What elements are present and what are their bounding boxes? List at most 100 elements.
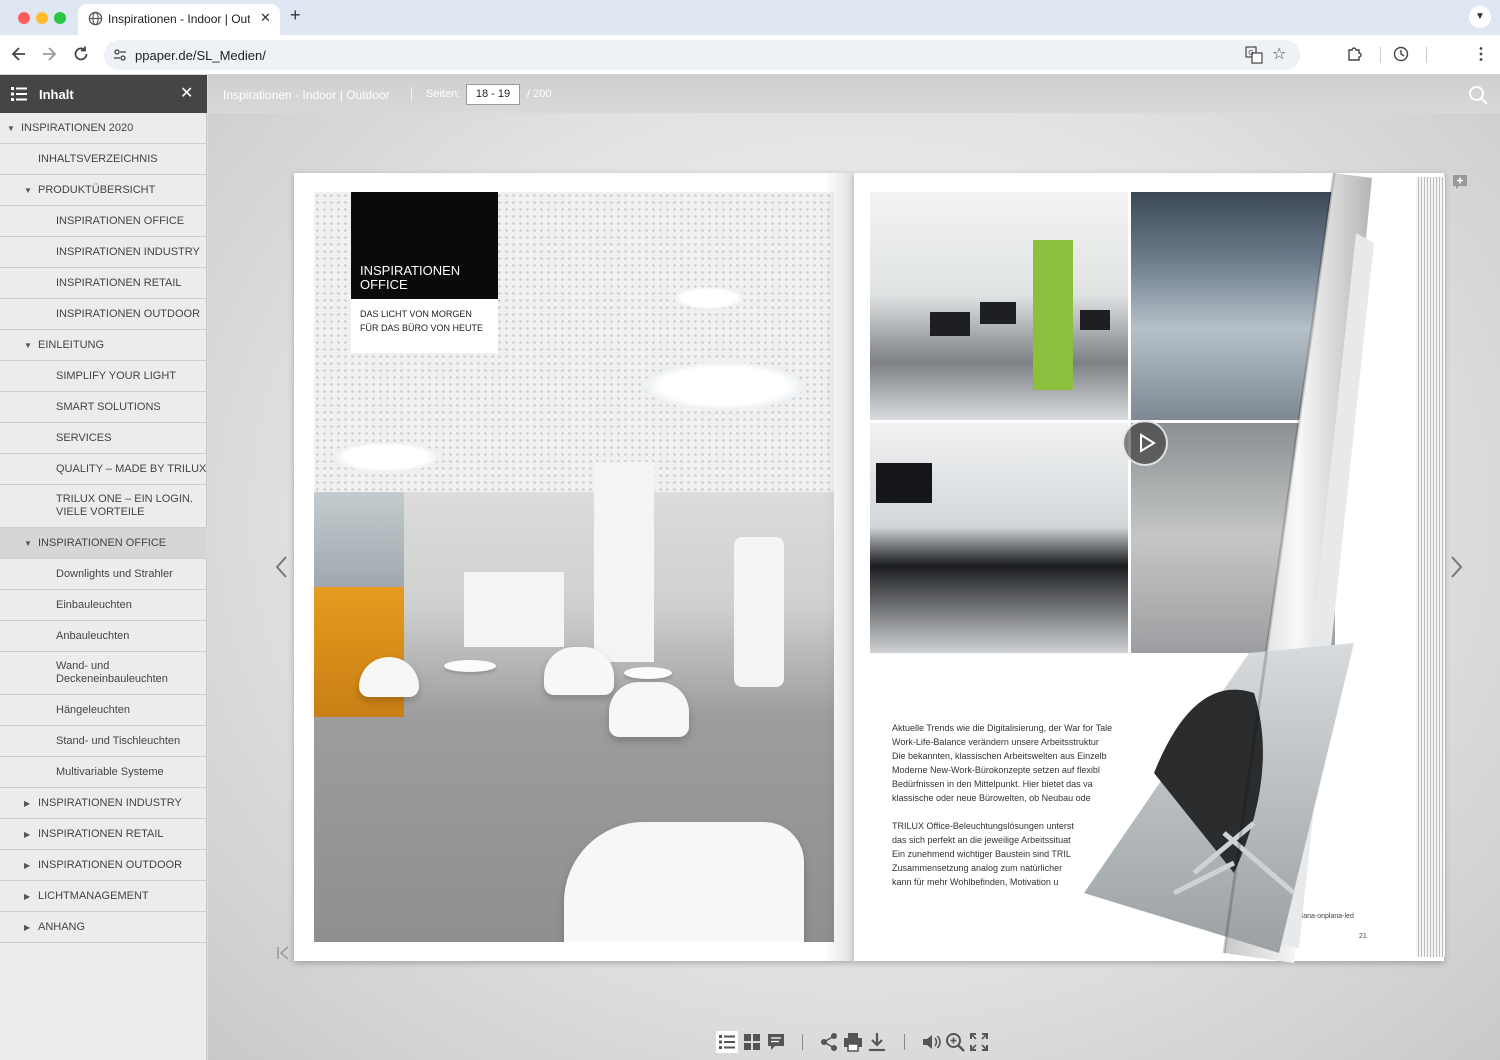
toolbar-divider bbox=[1426, 47, 1427, 63]
toc-item[interactable]: INSPIRATIONEN OFFICE bbox=[0, 206, 207, 237]
download-icon[interactable] bbox=[866, 1031, 888, 1053]
toc-item[interactable]: INSPIRATIONEN INDUSTRY bbox=[0, 237, 207, 268]
caret-down-icon[interactable]: ▼ bbox=[24, 539, 32, 548]
search-icon[interactable] bbox=[1468, 85, 1488, 105]
monitor bbox=[930, 312, 970, 336]
sidebar-close-button[interactable]: ✕ bbox=[180, 83, 193, 103]
fullscreen-icon[interactable] bbox=[968, 1031, 990, 1053]
toc-item[interactable]: Wand- und Deckeneinbauleuchten bbox=[0, 652, 207, 695]
toc-item[interactable]: ▼ INSPIRATIONEN OFFICE bbox=[0, 528, 207, 559]
minimize-window-button[interactable] bbox=[36, 12, 48, 24]
toc-item[interactable]: QUALITY – MADE BY TRILUX bbox=[0, 454, 207, 485]
add-note-icon[interactable] bbox=[1452, 174, 1468, 190]
caret-right-icon[interactable]: ▶ bbox=[24, 799, 30, 808]
technical-drawing bbox=[1243, 812, 1274, 884]
toc-item[interactable]: ▶ INSPIRATIONEN RETAIL bbox=[0, 819, 207, 850]
toc-item-label: INSPIRATIONEN 2020 bbox=[21, 121, 134, 134]
caret-right-icon[interactable]: ▶ bbox=[24, 923, 30, 932]
share-icon[interactable] bbox=[818, 1031, 840, 1053]
toc-item[interactable]: ▶ LICHTMANAGEMENT bbox=[0, 881, 207, 912]
toc-item[interactable]: SMART SOLUTIONS bbox=[0, 392, 207, 423]
toc-item-label: INSPIRATIONEN RETAIL bbox=[38, 827, 164, 840]
more-icon[interactable] bbox=[1472, 45, 1490, 63]
right-page[interactable]: Aktuelle Trends wie die Digitalisierung,… bbox=[854, 173, 1444, 961]
page-number-input[interactable]: 18 - 19 bbox=[466, 84, 520, 105]
toc-item[interactable]: Anbauleuchten bbox=[0, 621, 207, 652]
toc-icon[interactable] bbox=[716, 1031, 738, 1053]
toc-item[interactable]: ▼ EINLEITUNG bbox=[0, 330, 207, 361]
round-pendant-lamp bbox=[334, 442, 439, 472]
body-paragraph-2: TRILUX Office-Beleuchtungslösungen unter… bbox=[892, 821, 1074, 887]
lounge-chair bbox=[609, 682, 689, 737]
zoom-icon[interactable] bbox=[944, 1031, 966, 1053]
toc-item-label: INSPIRATIONEN OFFICE bbox=[38, 536, 167, 549]
thumbnails-icon[interactable] bbox=[741, 1031, 763, 1053]
toc-item[interactable]: Einbauleuchten bbox=[0, 590, 207, 621]
toc-item[interactable]: INSPIRATIONEN OUTDOOR bbox=[0, 299, 207, 330]
next-page-icon[interactable] bbox=[1448, 555, 1464, 579]
toc-item[interactable]: ▶ INSPIRATIONEN INDUSTRY bbox=[0, 788, 207, 819]
extensions-icon[interactable] bbox=[1346, 45, 1364, 63]
first-page-icon[interactable] bbox=[276, 945, 290, 961]
toc-item[interactable]: INHALTSVERZEICHNIS bbox=[0, 144, 207, 175]
toc-item[interactable]: ▼ INSPIRATIONEN 2020 bbox=[0, 113, 207, 144]
history-icon[interactable] bbox=[1392, 45, 1410, 63]
white-column bbox=[594, 462, 654, 662]
zoom-window-button[interactable] bbox=[54, 12, 66, 24]
toc-item-label: INSPIRATIONEN INDUSTRY bbox=[38, 796, 182, 809]
caret-right-icon[interactable]: ▶ bbox=[24, 830, 30, 839]
forward-icon[interactable] bbox=[38, 44, 60, 64]
notes-icon[interactable] bbox=[765, 1031, 787, 1053]
play-icon bbox=[1140, 433, 1156, 453]
toc-item[interactable]: Hängeleuchten bbox=[0, 695, 207, 726]
back-icon[interactable] bbox=[8, 44, 30, 64]
green-divider-panel bbox=[1033, 240, 1073, 390]
caret-down-icon[interactable]: ▼ bbox=[24, 186, 32, 195]
toc-item[interactable]: Multivariable Systeme bbox=[0, 757, 207, 788]
url-text[interactable]: ppaper.de/SL_Medien/ bbox=[135, 48, 266, 63]
tab-list-icon[interactable]: ▼ bbox=[1469, 6, 1491, 28]
toc-item-label: Downlights und Strahler bbox=[56, 567, 173, 580]
address-bar[interactable]: ppaper.de/SL_Medien/ G ☆ bbox=[104, 40, 1300, 70]
reload-icon[interactable] bbox=[70, 44, 92, 64]
toc-item[interactable]: INSPIRATIONEN RETAIL bbox=[0, 268, 207, 299]
toc-item[interactable]: ▼ PRODUKTÜBERSICHT bbox=[0, 175, 207, 206]
left-page[interactable]: INSPIRATIONEN OFFICE DAS LICHT VON MORGE… bbox=[294, 173, 884, 961]
toc-item[interactable]: SERVICES bbox=[0, 423, 207, 454]
close-window-button[interactable] bbox=[18, 12, 30, 24]
toc-item-label: INSPIRATIONEN OUTDOOR bbox=[38, 858, 183, 871]
chapter-title-box: INSPIRATIONEN OFFICE DAS LICHT VON MORGE… bbox=[351, 192, 498, 353]
play-video-button[interactable] bbox=[1122, 420, 1168, 466]
toc-item[interactable]: ▶ INSPIRATIONEN OUTDOOR bbox=[0, 850, 207, 881]
book-spread[interactable]: INSPIRATIONEN OFFICE DAS LICHT VON MORGE… bbox=[294, 173, 1446, 963]
caret-right-icon[interactable]: ▶ bbox=[24, 861, 30, 870]
tab-close-button[interactable]: ✕ bbox=[260, 10, 271, 26]
toc-item[interactable]: Downlights und Strahler bbox=[0, 559, 207, 590]
site-info-icon[interactable] bbox=[112, 47, 128, 63]
star-icon[interactable]: ☆ bbox=[1272, 44, 1286, 64]
toc-item-label: EINLEITUNG bbox=[38, 338, 105, 351]
toolbar-divider bbox=[1380, 47, 1381, 63]
flipbook-viewer: Inspirationen - Indoor | Outdoor Seiten:… bbox=[208, 75, 1500, 1060]
previous-page-icon[interactable] bbox=[274, 555, 290, 579]
toc-item[interactable]: Stand- und Tischleuchten bbox=[0, 726, 207, 757]
orange-cabinet bbox=[314, 587, 404, 717]
toc-item-label: SIMPLIFY YOUR LIGHT bbox=[56, 369, 177, 382]
body-paragraph-1: Aktuelle Trends wie die Digitalisierung,… bbox=[892, 723, 1113, 803]
caret-right-icon[interactable]: ▶ bbox=[24, 892, 30, 901]
new-tab-button[interactable]: + bbox=[290, 5, 301, 26]
sound-icon[interactable] bbox=[920, 1031, 942, 1053]
toc-item-label: PRODUKTÜBERSICHT bbox=[38, 183, 156, 196]
toc-item-label: LICHTMANAGEMENT bbox=[38, 889, 149, 902]
product-url: he www.trilux.com/inplana-onplana-led bbox=[1234, 913, 1354, 920]
toc-item[interactable]: TRILUX ONE – EIN LOGIN. VIELE VORTEILE bbox=[0, 485, 207, 528]
browser-tab[interactable]: Inspirationen - Indoor | Outdoor ✕ bbox=[78, 4, 280, 35]
caret-down-icon[interactable]: ▼ bbox=[7, 124, 15, 133]
browser-tab-bar: Inspirationen - Indoor | Outdoor ✕ + ▼ bbox=[0, 0, 1500, 35]
print-icon[interactable] bbox=[842, 1031, 864, 1053]
translate-icon[interactable]: G bbox=[1245, 46, 1263, 64]
toc-item[interactable]: ▶ ANHANG bbox=[0, 912, 207, 943]
toc-item-label: INSPIRATIONEN RETAIL bbox=[56, 276, 182, 289]
toc-item[interactable]: SIMPLIFY YOUR LIGHT bbox=[0, 361, 207, 392]
caret-down-icon[interactable]: ▼ bbox=[24, 341, 32, 350]
